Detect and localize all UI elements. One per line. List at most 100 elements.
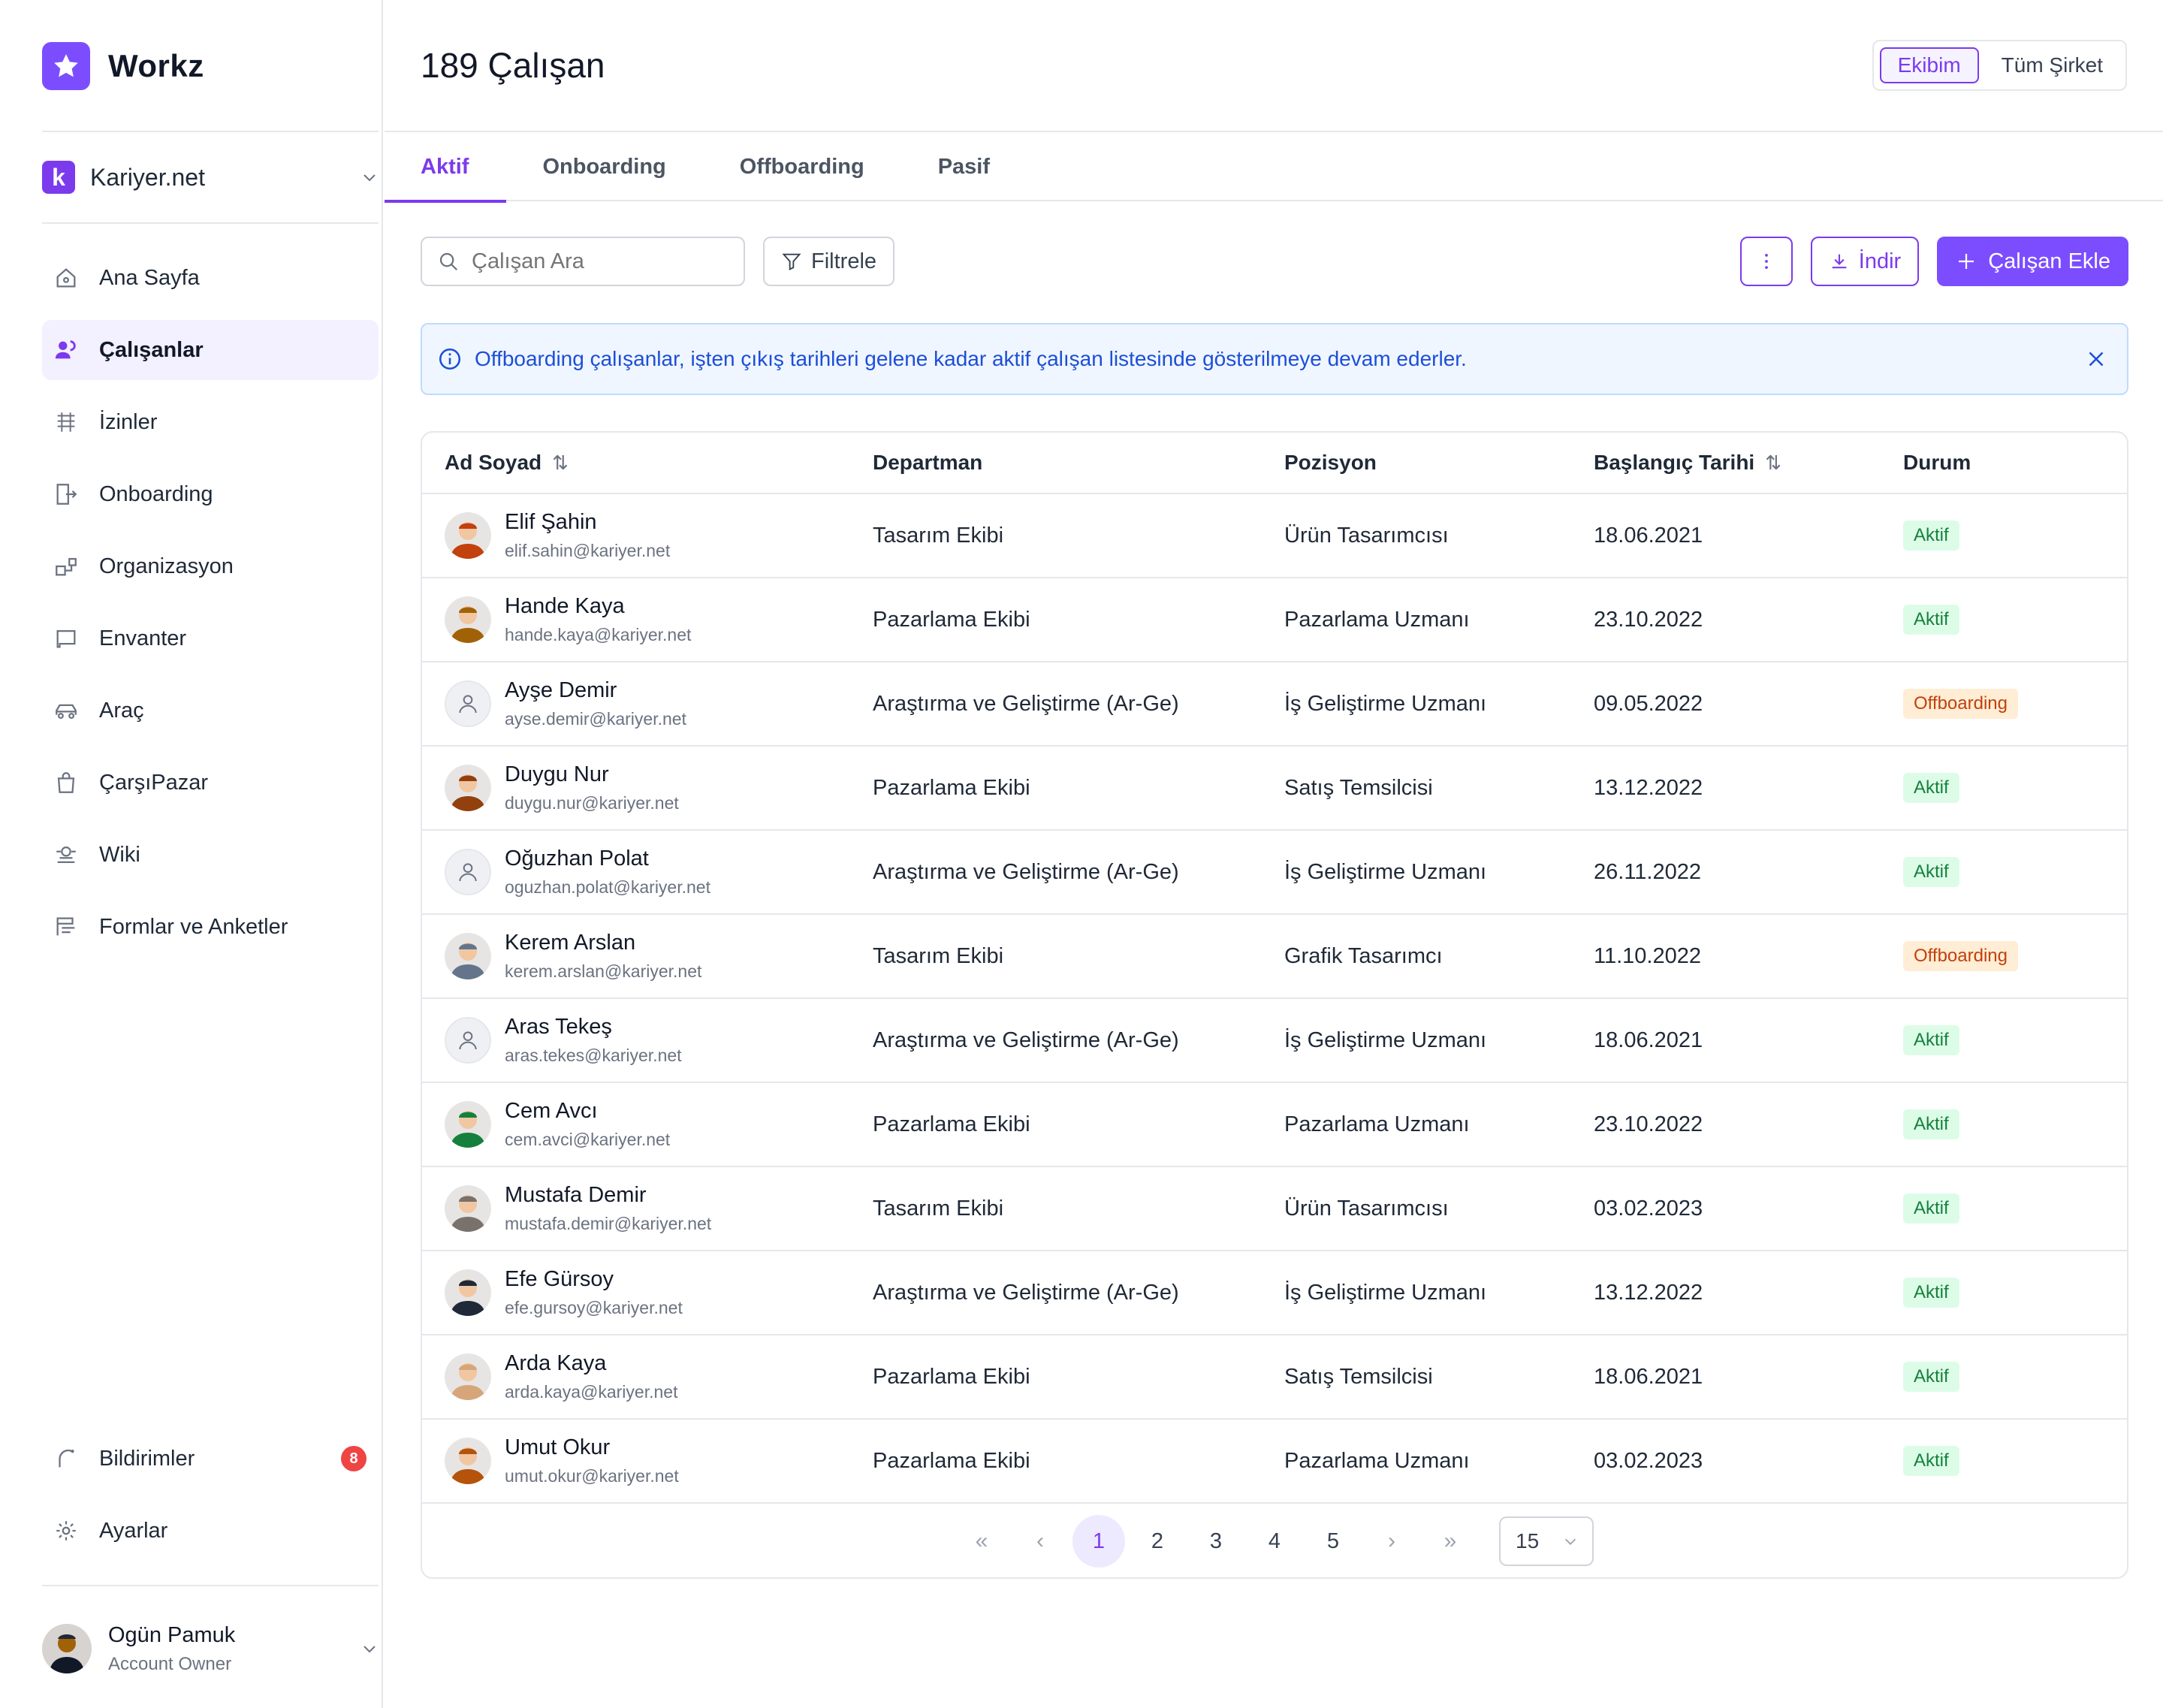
sidebar-item-label: İzinler (99, 409, 158, 434)
sidebar-item-carsipazar[interactable]: ÇarşıPazar (42, 753, 379, 813)
alert-message: Offboarding çalışanlar, işten çıkış tari… (475, 347, 1467, 370)
employee-email: umut.okur@kariyer.net (505, 1466, 679, 1486)
employee-name[interactable]: Elif Şahin (505, 510, 670, 535)
table-row[interactable]: Hande Kaya hande.kaya@kariyer.net Pazarl… (422, 578, 2127, 662)
table-row[interactable]: Duygu Nur duygu.nur@kariyer.net Pazarlam… (422, 747, 2127, 831)
profile-role: Account Owner (108, 1653, 232, 1674)
tab-offboarding[interactable]: Offboarding (704, 132, 902, 201)
table-row[interactable]: Aras Tekeş aras.tekes@kariyer.net Araştı… (422, 999, 2127, 1083)
avatar (42, 1624, 92, 1673)
employee-email: arda.kaya@kariyer.net (505, 1382, 678, 1402)
add-employee-button[interactable]: Çalışan Ekle (1937, 237, 2128, 286)
table-body: Elif Şahin elif.sahin@kariyer.net Tasarı… (422, 494, 2127, 1504)
status-badge: Offboarding (1903, 941, 2018, 971)
table-row[interactable]: Cem Avcı cem.avci@kariyer.net Pazarlama … (422, 1083, 2127, 1167)
plus-icon (1959, 254, 1974, 269)
sidebar-item-arac[interactable]: Araç (42, 680, 379, 741)
employee-name[interactable]: Aras Tekeş (505, 1015, 682, 1040)
sidebar-item-label: Organizasyon (99, 554, 234, 578)
avatar (445, 1101, 491, 1148)
first-page-icon[interactable]: « (955, 1515, 1008, 1568)
user-profile-menu[interactable]: Ogün Pamuk Account Owner (42, 1615, 379, 1682)
sidebar-item-calisanlar[interactable]: Çalışanlar (42, 320, 379, 380)
avatar (445, 1438, 491, 1484)
page-2-button[interactable]: 2 (1131, 1515, 1184, 1568)
status-badge: Aktif (1903, 1446, 1959, 1476)
scope-option-ekibim[interactable]: Ekibim (1879, 47, 1979, 83)
sidebar-item-bildirimler[interactable]: Bildirimler 8 (42, 1429, 379, 1489)
tab-pasif[interactable]: Pasif (902, 132, 1027, 201)
employee-position: Ürün Tasarımcısı (1284, 523, 1449, 548)
table-row[interactable]: Umut Okur umut.okur@kariyer.net Pazarlam… (422, 1420, 2127, 1504)
employee-name[interactable]: Duygu Nur (505, 762, 679, 787)
close-icon[interactable] (2083, 346, 2109, 372)
employee-email: elif.sahin@kariyer.net (505, 541, 671, 560)
employee-name[interactable]: Mustafa Demir (505, 1183, 711, 1208)
calendar-icon (53, 409, 80, 436)
search-input[interactable] (472, 249, 727, 274)
employee-position: İş Geliştirme Uzmanı (1284, 859, 1487, 884)
employee-name[interactable]: Cem Avcı (505, 1099, 670, 1124)
next-page-icon[interactable]: › (1365, 1515, 1418, 1568)
table-row[interactable]: Elif Şahin elif.sahin@kariyer.net Tasarı… (422, 494, 2127, 578)
chevron-down-icon (364, 1646, 376, 1653)
page-1-button[interactable]: 1 (1072, 1515, 1125, 1568)
more-vertical-icon (1764, 253, 1768, 270)
sidebar-item-izinler[interactable]: İzinler (42, 392, 379, 452)
download-button[interactable]: İndir (1810, 237, 1920, 286)
more-options-button[interactable] (1739, 237, 1793, 286)
table-row[interactable]: Arda Kaya arda.kaya@kariyer.net Pazarlam… (422, 1335, 2127, 1420)
sidebar-item-wiki[interactable]: Wiki (42, 825, 379, 885)
column-header-name[interactable]: Ad Soyad ⇅ (422, 451, 873, 475)
sidebar-item-ayarlar[interactable]: Ayarlar (42, 1501, 379, 1561)
employee-start-date: 03.02.2023 (1594, 1448, 1703, 1473)
sidebar-divider (42, 131, 379, 132)
status-tabs: Aktif Onboarding Offboarding Pasif (385, 132, 2163, 203)
user-placeholder-icon (445, 1017, 491, 1064)
employee-department: Pazarlama Ekibi (873, 1448, 1030, 1473)
employee-name[interactable]: Umut Okur (505, 1435, 679, 1460)
sidebar-item-ana-sayfa[interactable]: Ana Sayfa (42, 248, 379, 308)
sidebar-divider (42, 1585, 379, 1586)
table-row[interactable]: Kerem Arslan kerem.arslan@kariyer.net Ta… (422, 915, 2127, 999)
company-switcher[interactable]: k Kariyer.net (42, 152, 379, 203)
scope-option-tum-sirket[interactable]: Tüm Şirket (1985, 47, 2119, 83)
sidebar-item-label: Bildirimler (99, 1446, 195, 1471)
table-row[interactable]: Ayşe Demir ayse.demir@kariyer.net Araştı… (422, 662, 2127, 747)
filter-button[interactable]: Filtrele (763, 237, 895, 286)
table-row[interactable]: Efe Gürsoy efe.gursoy@kariyer.net Araştı… (422, 1251, 2127, 1335)
brand[interactable]: Workz (42, 42, 204, 90)
table-row[interactable]: Oğuzhan Polat oguzhan.polat@kariyer.net … (422, 831, 2127, 915)
page-4-button[interactable]: 4 (1248, 1515, 1301, 1568)
employee-start-date: 18.06.2021 (1594, 1364, 1703, 1389)
page-header: 189 Çalışan Ekibim Tüm Şirket (385, 0, 2163, 132)
sidebar-item-formlar[interactable]: Formlar ve Anketler (42, 897, 379, 957)
sidebar-item-envanter[interactable]: Envanter (42, 608, 379, 668)
sidebar-item-onboarding[interactable]: Onboarding (42, 464, 379, 524)
sidebar-item-organizasyon[interactable]: Organizasyon (42, 536, 379, 596)
sidebar-bottom-nav: Bildirimler 8 Ayarlar (42, 1429, 379, 1573)
employee-name[interactable]: Ayşe Demir (505, 678, 686, 703)
table-row[interactable]: Mustafa Demir mustafa.demir@kariyer.net … (422, 1167, 2127, 1251)
column-header-start-date[interactable]: Başlangıç Tarihi ⇅ (1594, 451, 1903, 475)
avatar (445, 512, 491, 559)
last-page-icon[interactable]: » (1424, 1515, 1477, 1568)
page-5-button[interactable]: 5 (1307, 1515, 1359, 1568)
per-page-select[interactable]: 15 (1499, 1516, 1594, 1566)
employee-position: İş Geliştirme Uzmanı (1284, 1280, 1487, 1305)
prev-page-icon[interactable]: ‹ (1014, 1515, 1066, 1568)
employee-name[interactable]: Oğuzhan Polat (505, 846, 710, 871)
tab-onboarding[interactable]: Onboarding (506, 132, 703, 201)
employee-name[interactable]: Kerem Arslan (505, 931, 701, 955)
toolbar: Filtrele İndir Çalışan Ekle (421, 236, 2128, 287)
employee-email: efe.gursoy@kariyer.net (505, 1298, 683, 1317)
page-3-button[interactable]: 3 (1190, 1515, 1242, 1568)
tab-aktif[interactable]: Aktif (385, 132, 507, 203)
sidebar: Workz k Kariyer.net Ana Sayfa Çalışanlar… (0, 0, 383, 1708)
employee-name[interactable]: Arda Kaya (505, 1351, 677, 1376)
status-badge: Aktif (1903, 521, 1959, 551)
employee-name[interactable]: Efe Gürsoy (505, 1267, 683, 1292)
chevron-down-icon (364, 174, 376, 182)
car-icon (53, 697, 80, 724)
employee-name[interactable]: Hande Kaya (505, 594, 691, 619)
